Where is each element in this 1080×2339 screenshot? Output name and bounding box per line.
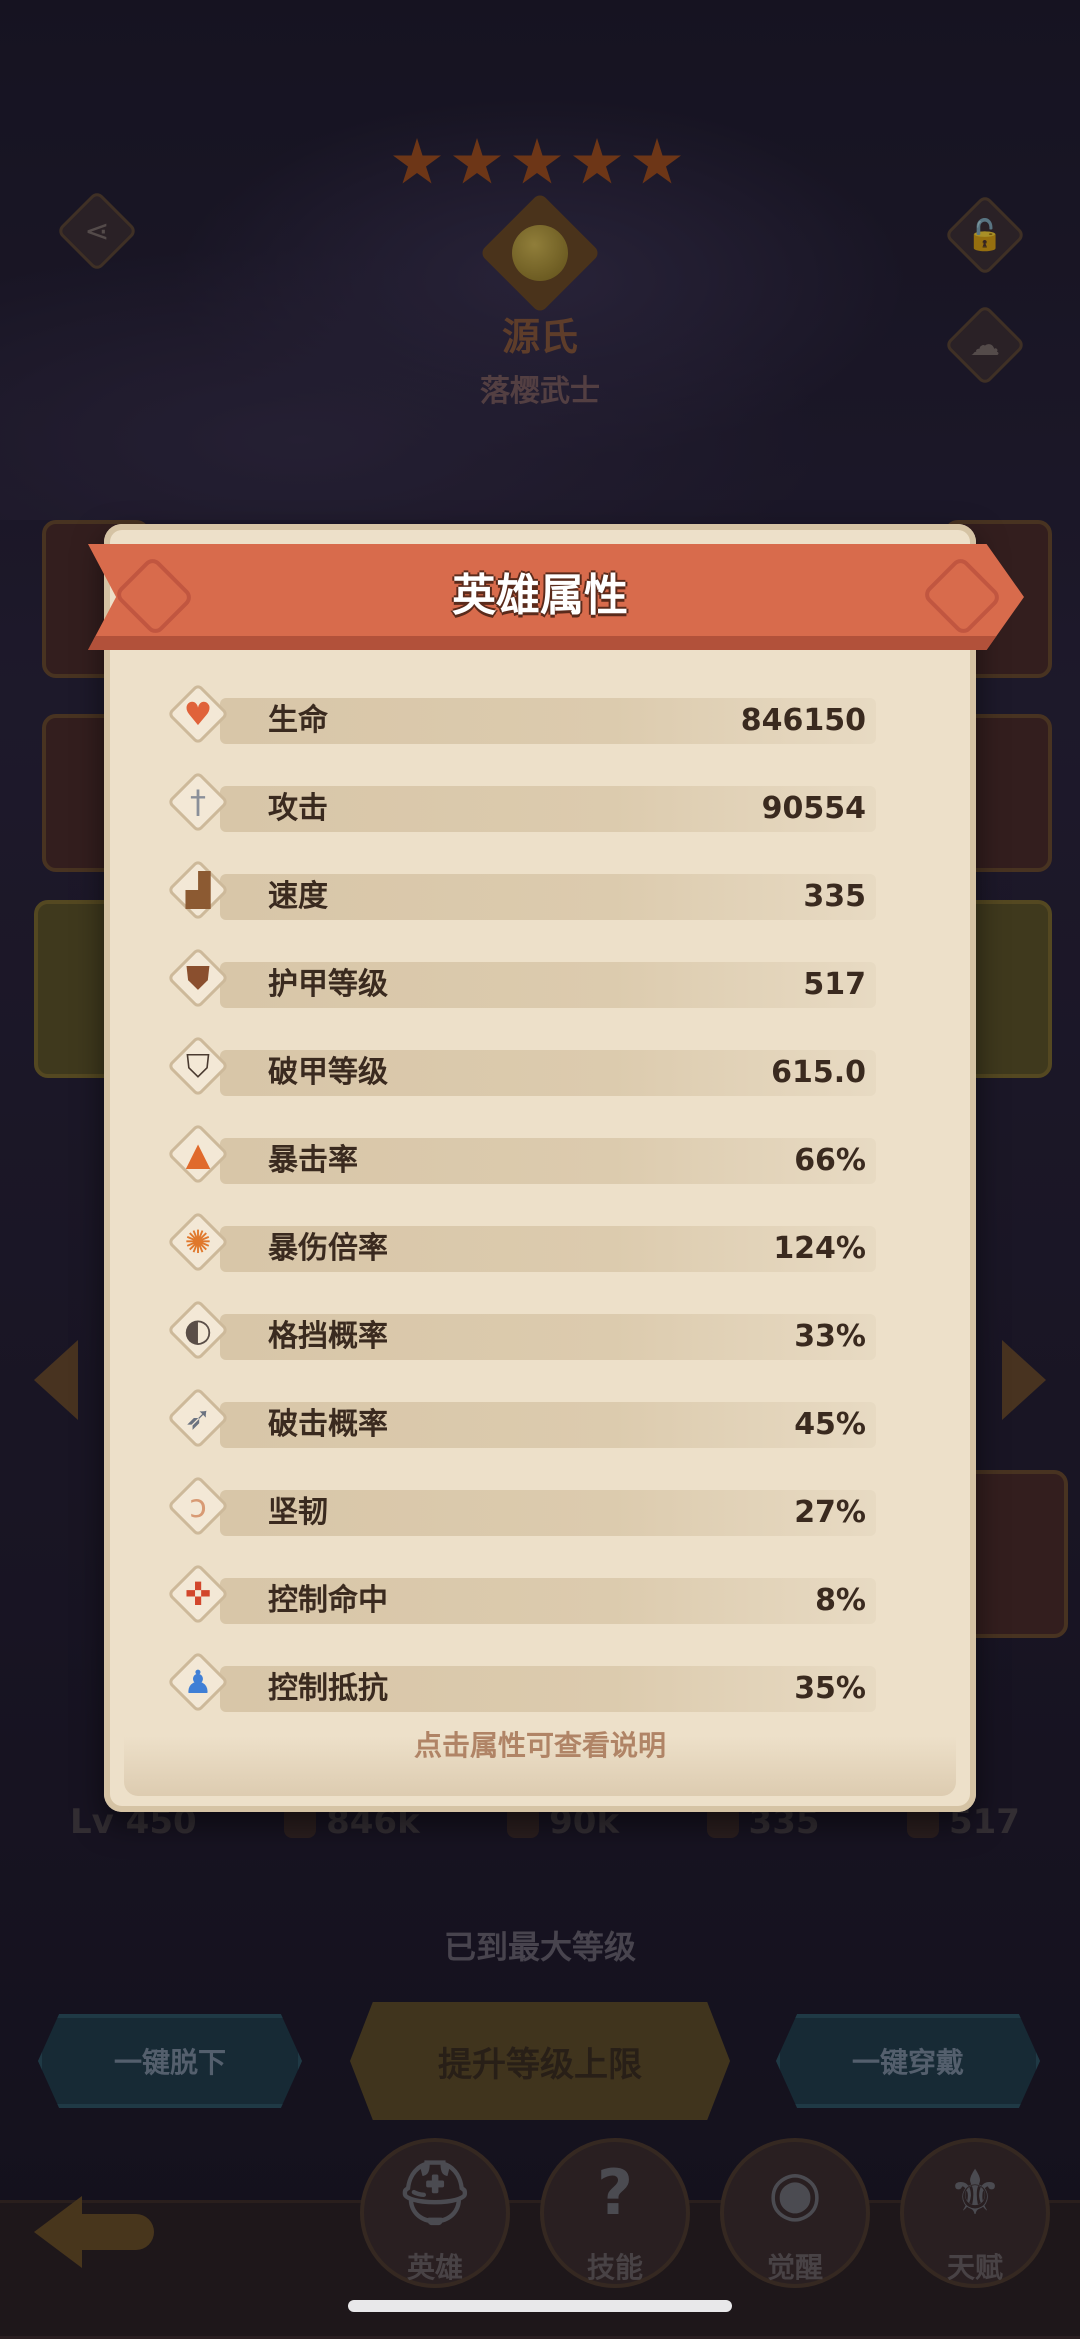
boot-icon: ▟ — [185, 871, 211, 909]
dialog-title: 英雄属性 — [452, 570, 628, 621]
home-indicator[interactable] — [348, 2300, 732, 2312]
muscle-icon: ↄ — [189, 1487, 207, 1525]
crit-flame-icon: ▲ — [185, 1135, 211, 1173]
stat-row-control-resist[interactable]: ♟ 控制抵抗 35% — [162, 1640, 882, 1728]
stat-row-pierce-rate[interactable]: ➶ 破击概率 45% — [162, 1376, 882, 1464]
shield-icon: ⛊ — [185, 958, 210, 997]
stat-row-toughness[interactable]: ↄ 坚韧 27% — [162, 1464, 882, 1552]
stat-row-attack[interactable]: † 攻击 90554 — [162, 760, 882, 848]
sword-icon: † — [190, 783, 206, 821]
stat-row-crit-rate[interactable]: ▲ 暴击率 66% — [162, 1112, 882, 1200]
crit-damage-icon: ✺ — [184, 1223, 212, 1261]
stat-row-armor-break-level[interactable]: ⛉ 破甲等级 615.0 — [162, 1024, 882, 1112]
stat-row-control-hit[interactable]: ✜ 控制命中 8% — [162, 1552, 882, 1640]
stat-row-armor-level[interactable]: ⛊ 护甲等级 517 — [162, 936, 882, 1024]
pierce-icon: ➶ — [184, 1399, 212, 1437]
stat-row-block-rate[interactable]: ◐ 格挡概率 33% — [162, 1288, 882, 1376]
block-icon: ◐ — [184, 1311, 212, 1349]
heart-icon: ♥ — [183, 695, 213, 733]
stat-row-speed[interactable]: ▟ 速度 335 — [162, 848, 882, 936]
dialog-hint: 点击属性可查看说明 — [413, 1729, 666, 1762]
broken-shield-icon: ⛉ — [185, 1046, 210, 1085]
stat-row-crit-damage[interactable]: ✺ 暴伤倍率 124% — [162, 1200, 882, 1288]
stat-row-health[interactable]: ♥ 生命 846150 — [162, 672, 882, 760]
resist-icon: ♟ — [183, 1663, 213, 1701]
target-icon: ✜ — [184, 1575, 212, 1613]
